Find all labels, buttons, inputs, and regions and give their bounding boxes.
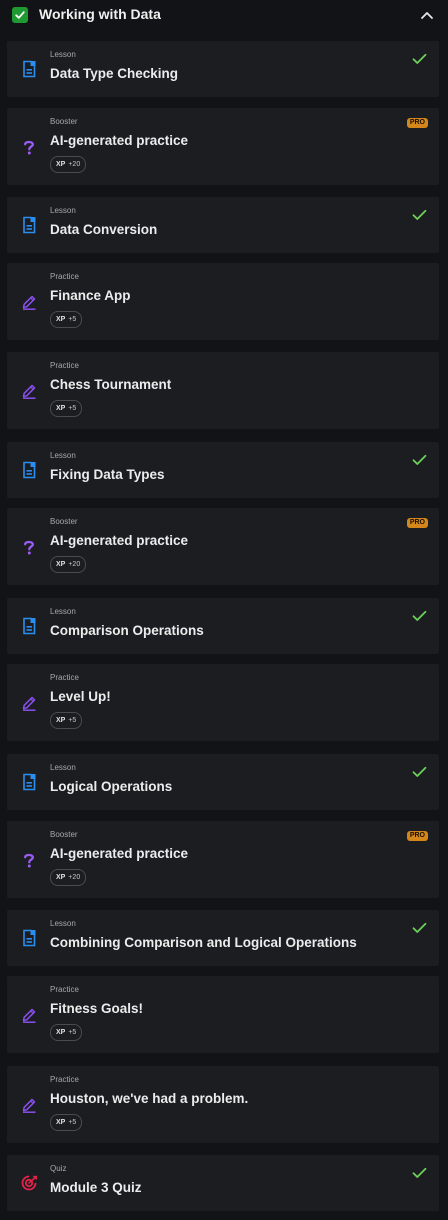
item-type-label: Quiz (50, 1164, 67, 1173)
item-title: Comparison Operations (50, 623, 204, 638)
completed-check-icon (412, 52, 427, 64)
item-title: Data Conversion (50, 222, 158, 237)
item-title: Combining Comparison and Logical Operati… (50, 935, 357, 950)
lesson-icon (20, 773, 38, 791)
item-title: Fitness Goals! (50, 1001, 144, 1016)
xp-value: +5 (68, 1119, 77, 1126)
item-type-label: Lesson (50, 206, 76, 215)
xp-value: +5 (68, 1029, 77, 1036)
xp-value: +5 (68, 717, 77, 724)
item-type-label: Practice (50, 272, 79, 281)
practice-pencil-icon (20, 1096, 38, 1114)
booster-question-icon (20, 851, 38, 869)
xp-badge: XP +5 (50, 311, 83, 328)
lesson-card-practice[interactable]: Practice Chess Tournament XP +5 (7, 352, 439, 429)
xp-badge: XP +5 (50, 400, 83, 417)
booster-question-icon (20, 138, 38, 156)
completed-check-icon (412, 609, 427, 621)
xp-label: XP (56, 717, 66, 724)
xp-label: XP (56, 1029, 66, 1036)
xp-value: +5 (68, 405, 77, 412)
xp-badge: XP +20 (50, 156, 87, 173)
item-type-label: Practice (50, 1075, 79, 1084)
item-type-label: Lesson (50, 919, 76, 928)
xp-label: XP (56, 561, 66, 568)
item-title: Logical Operations (50, 779, 173, 794)
pro-badge: PRO (406, 118, 428, 128)
lesson-icon (20, 929, 38, 947)
practice-pencil-icon (20, 382, 38, 400)
item-type-label: Booster (50, 517, 78, 526)
module-complete-checkbox-icon (12, 7, 28, 23)
lesson-card-practice[interactable]: Practice Fitness Goals! XP +5 (7, 976, 439, 1053)
lesson-card-booster[interactable]: Booster AI-generated practice XP +20 PRO (7, 508, 439, 585)
xp-value: +5 (68, 316, 77, 323)
item-type-label: Practice (50, 673, 79, 682)
lesson-icon (20, 216, 38, 234)
completed-check-icon (412, 1166, 427, 1178)
lesson-icon (20, 461, 38, 479)
item-type-label: Lesson (50, 763, 76, 772)
pro-badge: PRO (406, 518, 428, 528)
completed-check-icon (412, 765, 427, 777)
item-title: Chess Tournament (50, 377, 172, 392)
chevron-up-icon[interactable] (420, 10, 434, 20)
item-title: Module 3 Quiz (50, 1180, 142, 1195)
completed-check-icon (412, 921, 427, 933)
xp-value: +20 (68, 874, 81, 881)
lesson-card-lesson[interactable]: Lesson Combining Comparison and Logical O… (7, 910, 439, 966)
item-type-label: Practice (50, 985, 79, 994)
item-title: Fixing Data Types (50, 467, 165, 482)
xp-badge: XP +20 (50, 869, 87, 886)
item-type-label: Lesson (50, 451, 76, 460)
quiz-target-icon (20, 1174, 38, 1192)
item-title: AI-generated practice (50, 533, 189, 548)
completed-check-icon (412, 208, 427, 220)
item-type-label: Lesson (50, 50, 76, 59)
lesson-card-lesson[interactable]: Lesson Fixing Data Types (7, 442, 439, 498)
xp-label: XP (56, 874, 66, 881)
lesson-icon (20, 60, 38, 78)
item-type-label: Lesson (50, 607, 76, 616)
practice-pencil-icon (20, 293, 38, 311)
item-title: Finance App (50, 288, 131, 303)
item-title: Houston, we've had a problem. (50, 1091, 249, 1106)
xp-label: XP (56, 161, 66, 168)
item-type-label: Booster (50, 117, 78, 126)
lesson-card-practice[interactable]: Practice Houston, we've had a problem. XP +… (7, 1066, 439, 1143)
item-title: AI-generated practice (50, 846, 189, 861)
lesson-card-quiz[interactable]: Quiz Module 3 Quiz (7, 1155, 439, 1211)
practice-pencil-icon (20, 694, 38, 712)
booster-question-icon (20, 538, 38, 556)
xp-value: +20 (68, 161, 81, 168)
lesson-card-lesson[interactable]: Lesson Logical Operations (7, 754, 439, 810)
lesson-icon (20, 617, 38, 635)
item-type-label: Practice (50, 361, 79, 370)
module-panel: Working with Data Lesson Data Type Checki… (0, 0, 448, 1220)
item-title: Data Type Checking (50, 66, 179, 81)
lesson-card-practice[interactable]: Practice Finance App XP +5 (7, 263, 439, 340)
completed-check-icon (412, 453, 427, 465)
xp-badge: XP +20 (50, 556, 87, 573)
xp-label: XP (56, 316, 66, 323)
xp-label: XP (56, 1119, 66, 1126)
item-type-label: Booster (50, 830, 78, 839)
item-title: AI-generated practice (50, 133, 189, 148)
lesson-card-booster[interactable]: Booster AI-generated practice XP +20 PRO (7, 108, 439, 185)
xp-badge: XP +5 (50, 1024, 83, 1041)
practice-pencil-icon (20, 1006, 38, 1024)
module-header[interactable]: Working with Data (0, 0, 448, 32)
xp-badge: XP +5 (50, 1114, 83, 1131)
lesson-card-lesson[interactable]: Lesson Data Type Checking (7, 41, 439, 97)
lesson-card-lesson[interactable]: Lesson Data Conversion (7, 197, 439, 253)
lesson-card-lesson[interactable]: Lesson Comparison Operations (7, 598, 439, 654)
lesson-card-booster[interactable]: Booster AI-generated practice XP +20 PRO (7, 821, 439, 898)
module-title: Working with Data (39, 6, 161, 22)
xp-badge: XP +5 (50, 712, 83, 729)
lesson-card-practice[interactable]: Practice Level Up! XP +5 (7, 664, 439, 741)
item-title: Level Up! (50, 689, 111, 704)
xp-label: XP (56, 405, 66, 412)
xp-value: +20 (68, 561, 81, 568)
pro-badge: PRO (406, 831, 428, 841)
